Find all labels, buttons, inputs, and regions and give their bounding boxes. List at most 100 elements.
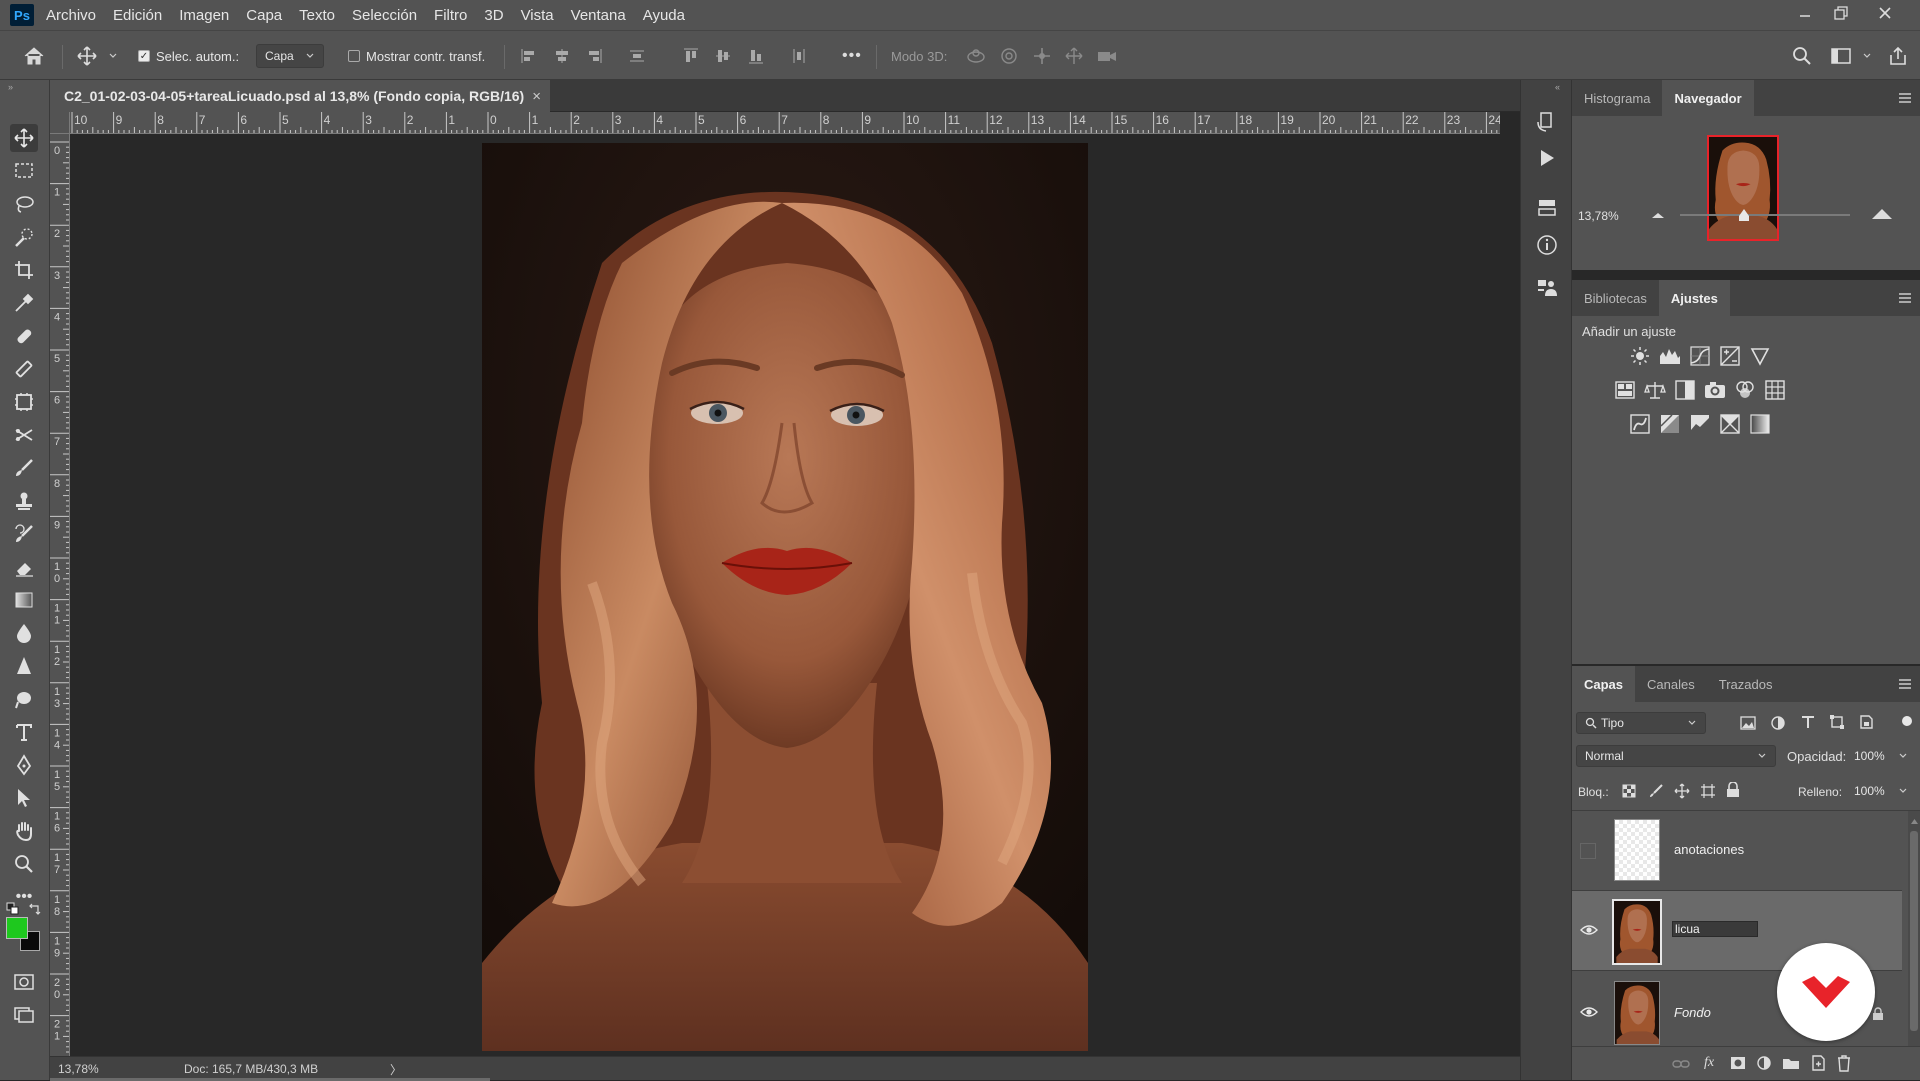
slide-3d-icon[interactable] [1064,31,1084,81]
black-white-icon[interactable] [1674,379,1696,401]
quick-mask-icon[interactable] [10,968,38,996]
foreground-color-swatch[interactable] [6,917,28,939]
path-selection-tool-icon[interactable] [10,784,38,812]
filter-type-icon[interactable] [1800,714,1816,730]
tool-preset-chevron-icon[interactable] [108,31,118,81]
move-tool-icon[interactable] [76,31,98,81]
tab-ajustes[interactable]: Ajustes [1658,280,1730,316]
home-icon[interactable] [22,31,46,81]
eyedropper-tool-icon[interactable] [10,289,38,317]
expand-panels-icon[interactable]: « [1555,82,1560,92]
align-bottom-icon[interactable] [747,31,765,81]
quick-selection-tool-icon[interactable] [10,223,38,251]
pan-3d-icon[interactable] [1032,31,1052,81]
roll-3d-icon[interactable] [999,31,1019,81]
history-brush-tool-icon[interactable] [10,520,38,548]
tab-capas[interactable]: Capas [1572,666,1636,702]
align-top-icon[interactable] [682,31,700,81]
blend-mode-dropdown[interactable]: Normal [1576,745,1776,767]
new-group-folder-icon[interactable] [1782,1056,1800,1070]
layers-panel-menu-icon[interactable] [1898,678,1912,690]
eye-icon[interactable] [1580,1005,1598,1019]
fill-input[interactable]: 100% [1850,780,1912,802]
levels-icon[interactable] [1659,345,1681,367]
menu-edicion[interactable]: Edición [113,7,162,24]
align-middle-v-icon[interactable] [714,31,732,81]
properties-panel-icon[interactable] [1535,196,1559,220]
filter-pixel-icon[interactable] [1740,716,1756,730]
tab-bibliotecas[interactable]: Bibliotecas [1572,280,1659,316]
eye-icon[interactable] [1580,923,1598,937]
document-image-portrait[interactable] [482,143,1088,1051]
adjustments-panel-menu-icon[interactable] [1898,292,1912,304]
auto-select-checkbox[interactable]: ✓ [138,50,150,62]
layer-name-edit-input[interactable]: licua [1672,921,1758,937]
learn-panel-icon[interactable] [1535,276,1559,300]
layer-row-anotaciones[interactable]: anotaciones [1572,811,1902,891]
navigator-thumbnail[interactable] [1707,135,1779,241]
add-mask-icon[interactable] [1730,1056,1746,1070]
minimize-button[interactable] [1786,0,1824,26]
close-document-icon[interactable]: × [532,88,541,105]
puppet-warp-tool-icon[interactable] [10,421,38,449]
new-adjustment-layer-icon[interactable] [1756,1055,1772,1071]
color-balance-icon[interactable] [1644,379,1666,401]
filter-adjustment-icon[interactable] [1770,715,1786,731]
hue-saturation-icon[interactable] [1614,379,1636,401]
pen-tool-icon[interactable] [10,685,38,713]
ruler-origin[interactable] [50,112,70,134]
default-colors-icon[interactable] [6,902,20,916]
menu-seleccion[interactable]: Selección [352,7,417,24]
tab-canales[interactable]: Canales [1635,666,1707,702]
photoshop-logo[interactable]: Ps [10,4,34,26]
type-tool-icon[interactable] [10,718,38,746]
filter-shape-icon[interactable] [1829,714,1845,730]
link-layers-icon[interactable] [1672,1057,1690,1071]
ruler-horizontal[interactable]: 10 9 8 7 6 5 4 3 2 1 0 1 2 3 4 5 6 7 8 9 10 11 12 13 14 15 16 17 18 1… [70,112,1500,134]
tab-histograma[interactable]: Histograma [1572,80,1662,116]
zoom-in-mountain-icon[interactable] [1870,207,1894,221]
lock-artboard-icon[interactable] [1700,783,1716,799]
navigator-zoom-slider[interactable] [1680,214,1850,216]
share-icon[interactable] [1888,31,1908,81]
brightness-contrast-icon[interactable] [1629,345,1651,367]
dodge-tool-icon[interactable] [10,652,38,680]
gradient-tool-icon[interactable] [10,586,38,614]
opacity-input[interactable]: 100% [1850,745,1912,767]
photo-filter-icon[interactable] [1704,379,1726,401]
brush-tool-icon[interactable] [10,355,38,383]
crop-tool-icon[interactable] [10,256,38,284]
frame-tool-icon[interactable] [10,388,38,416]
menu-3d[interactable]: 3D [484,7,503,24]
show-transform-checkbox[interactable] [348,50,360,62]
close-window-button[interactable] [1866,0,1904,26]
filter-smart-object-icon[interactable] [1858,714,1874,730]
clone-stamp-tool-icon[interactable] [10,487,38,515]
zoom-out-mountain-icon[interactable] [1650,210,1666,220]
menu-ventana[interactable]: Ventana [571,7,626,24]
search-icon[interactable] [1792,31,1812,81]
workspace-chevron-icon[interactable] [1862,31,1872,81]
menu-texto[interactable]: Texto [299,7,335,24]
orbit-3d-icon[interactable] [965,31,987,81]
scale-3d-camera-icon[interactable] [1096,31,1118,81]
ruler-vertical[interactable]: 0123456789101112131415161718192021 [50,134,70,1056]
color-lookup-icon[interactable] [1764,379,1786,401]
marquee-tool-icon[interactable] [10,157,38,185]
vibrance-icon[interactable] [1749,345,1771,367]
more-options-button[interactable]: ••• [842,31,862,81]
healing-brush-tool-icon[interactable] [10,322,38,350]
align-right-icon[interactable] [585,31,603,81]
screen-mode-icon[interactable] [10,1000,38,1028]
layer-visibility-toggle-off[interactable] [1580,843,1596,859]
threshold-icon[interactable] [1689,413,1711,435]
distribute-v-icon[interactable] [790,31,808,81]
workspace-icon[interactable] [1830,31,1852,81]
move-tool[interactable] [10,124,38,152]
exposure-icon[interactable] [1719,345,1741,367]
auto-select-target-dropdown[interactable]: Capa [256,44,324,68]
lock-transparent-icon[interactable] [1622,784,1636,798]
posterize-icon[interactable] [1659,413,1681,435]
eraser-tool-icon[interactable] [10,553,38,581]
history-panel-icon[interactable] [1535,110,1559,134]
